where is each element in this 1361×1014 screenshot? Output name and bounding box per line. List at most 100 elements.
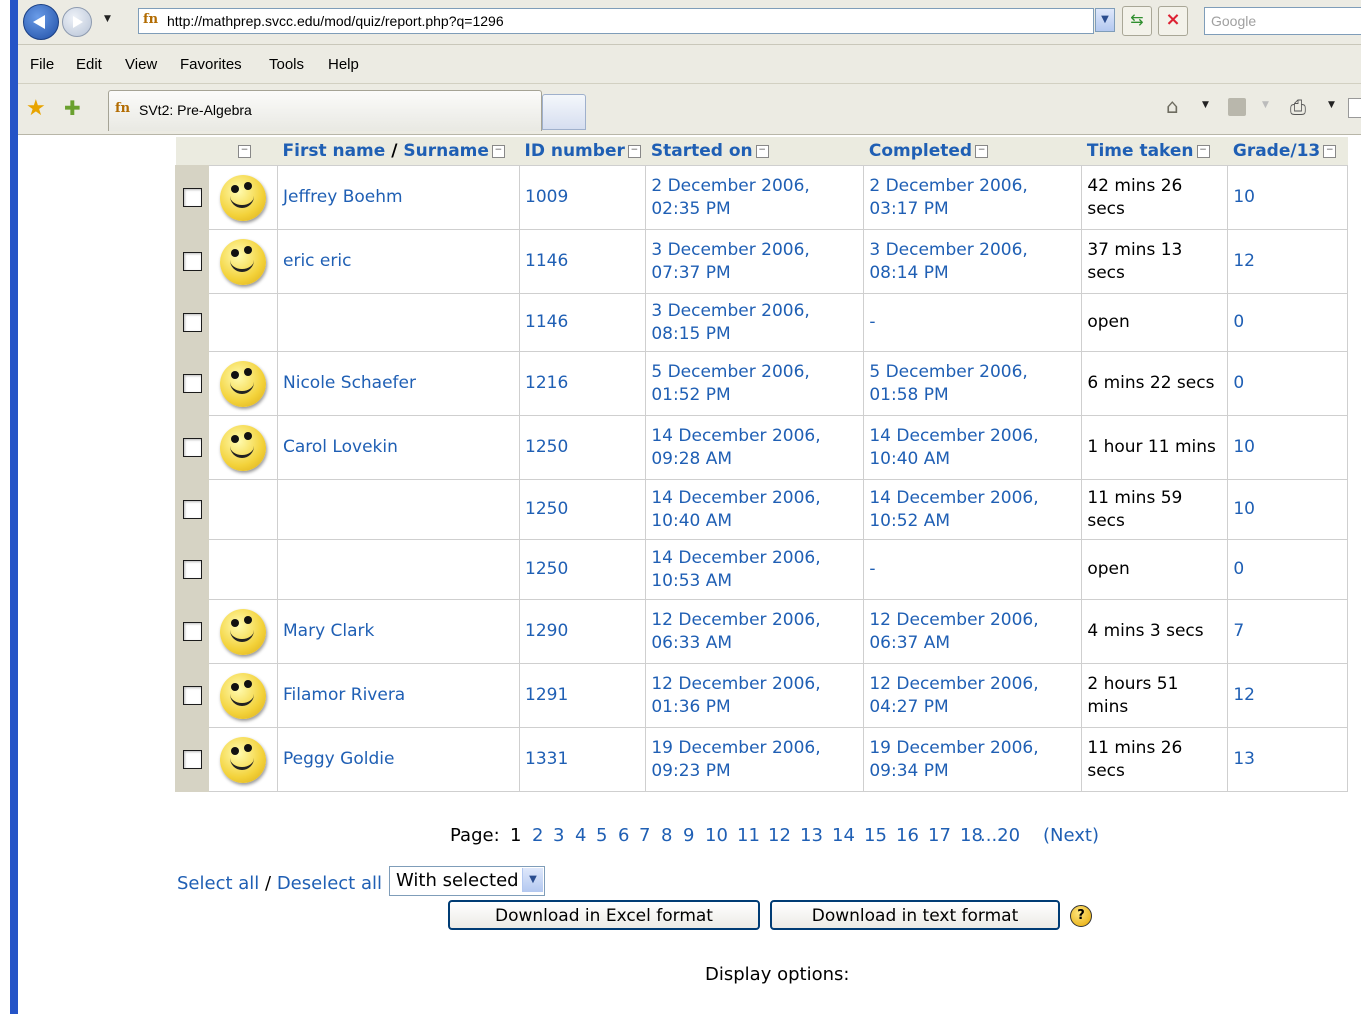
completed-link[interactable]: 3 December 2006, 08:14 PM xyxy=(869,240,1027,283)
row-checkbox[interactable] xyxy=(182,251,202,271)
page-link[interactable]: 16 xyxy=(896,825,919,846)
collapse-icon[interactable]: − xyxy=(1323,144,1337,158)
row-checkbox[interactable] xyxy=(182,749,202,769)
grade-link[interactable]: 13 xyxy=(1233,749,1255,769)
grade-link[interactable]: 12 xyxy=(1233,251,1255,271)
menu-favorites[interactable]: Favorites xyxy=(180,56,242,73)
menu-help[interactable]: Help xyxy=(328,56,359,73)
grade-link[interactable]: 10 xyxy=(1233,187,1255,207)
grade-link[interactable]: 0 xyxy=(1233,312,1244,332)
completed-link[interactable]: 14 December 2006, 10:52 AM xyxy=(869,488,1038,531)
row-checkbox[interactable] xyxy=(182,499,202,519)
row-checkbox[interactable] xyxy=(182,373,202,393)
id-number-link[interactable]: 1250 xyxy=(525,559,568,579)
avatar[interactable] xyxy=(220,238,266,285)
completed-link[interactable]: 2 December 2006, 03:17 PM xyxy=(869,176,1027,219)
completed-link[interactable]: 5 December 2006, 01:58 PM xyxy=(869,362,1027,405)
id-number-link[interactable]: 1290 xyxy=(525,621,568,641)
started-on-link[interactable]: 14 December 2006, 09:28 AM xyxy=(651,426,820,469)
sort-grade-link[interactable]: Grade/13 xyxy=(1233,141,1320,161)
page-link[interactable]: 5 xyxy=(596,825,607,846)
started-on-link[interactable]: 12 December 2006, 06:33 AM xyxy=(651,610,820,653)
help-icon[interactable]: ? xyxy=(1070,905,1092,927)
user-name-link[interactable]: eric eric xyxy=(283,251,351,271)
tab-active[interactable]: fn SVt2: Pre-Algebra xyxy=(108,90,542,131)
started-on-link[interactable]: 2 December 2006, 02:35 PM xyxy=(651,176,809,219)
completed-link[interactable]: - xyxy=(869,312,875,332)
deselect-all-link[interactable]: Deselect all xyxy=(277,873,382,894)
started-on-link[interactable]: 3 December 2006, 07:37 PM xyxy=(651,240,809,283)
avatar[interactable] xyxy=(220,608,266,655)
avatar[interactable] xyxy=(220,174,266,221)
page-link[interactable]: 4 xyxy=(575,825,586,846)
page-link[interactable]: 9 xyxy=(683,825,694,846)
menu-tools[interactable]: Tools xyxy=(269,56,304,73)
sort-completed-link[interactable]: Completed xyxy=(869,141,972,161)
page-link[interactable]: ...20 xyxy=(980,825,1020,846)
menu-view[interactable]: View xyxy=(125,56,157,73)
grade-link[interactable]: 12 xyxy=(1233,685,1255,705)
completed-link[interactable]: 19 December 2006, 09:34 PM xyxy=(869,738,1038,781)
id-number-link[interactable]: 1291 xyxy=(525,685,568,705)
completed-link[interactable]: 12 December 2006, 06:37 AM xyxy=(869,610,1038,653)
avatar[interactable] xyxy=(220,672,266,719)
sort-id-link[interactable]: ID number xyxy=(525,141,625,161)
add-favorites-icon[interactable]: ✚ xyxy=(64,96,81,120)
avatar[interactable] xyxy=(220,360,266,407)
id-number-link[interactable]: 1146 xyxy=(525,312,568,332)
page-link[interactable]: 3 xyxy=(553,825,564,846)
id-number-link[interactable]: 1216 xyxy=(525,373,568,393)
feeds-icon[interactable] xyxy=(1228,98,1246,116)
refresh-icon[interactable]: ⇆ xyxy=(1122,6,1152,36)
started-on-link[interactable]: 19 December 2006, 09:23 PM xyxy=(651,738,820,781)
home-icon[interactable]: ⌂ xyxy=(1166,94,1179,118)
id-number-link[interactable]: 1331 xyxy=(525,749,568,769)
user-name-link[interactable]: Mary Clark xyxy=(283,621,374,641)
completed-link[interactable]: 12 December 2006, 04:27 PM xyxy=(869,674,1038,717)
collapse-icon[interactable]: − xyxy=(755,144,769,158)
id-number-link[interactable]: 1250 xyxy=(525,499,568,519)
chevron-down-icon[interactable]: ▼ xyxy=(522,868,543,892)
download-excel-button[interactable]: Download in Excel format xyxy=(448,900,760,930)
row-checkbox[interactable] xyxy=(182,187,202,207)
page-link[interactable]: 10 xyxy=(705,825,728,846)
started-on-link[interactable]: 5 December 2006, 01:52 PM xyxy=(651,362,809,405)
feeds-dropdown-icon[interactable]: ▼ xyxy=(1262,100,1269,110)
user-name-link[interactable]: Carol Lovekin xyxy=(283,437,398,457)
started-on-link[interactable]: 14 December 2006, 10:40 AM xyxy=(651,488,820,531)
page-link[interactable]: 8 xyxy=(661,825,672,846)
id-number-link[interactable]: 1009 xyxy=(525,187,568,207)
sort-started-link[interactable]: Started on xyxy=(651,141,753,161)
row-checkbox[interactable] xyxy=(182,312,202,332)
sort-first-name-link[interactable]: First name xyxy=(283,141,386,161)
collapse-icon[interactable]: − xyxy=(491,144,505,158)
search-input[interactable]: Google xyxy=(1204,7,1361,35)
download-text-button[interactable]: Download in text format xyxy=(770,900,1060,930)
row-checkbox[interactable] xyxy=(182,437,202,457)
collapse-icon[interactable]: − xyxy=(975,144,989,158)
grade-link[interactable]: 0 xyxy=(1233,373,1244,393)
page-link[interactable]: 17 xyxy=(928,825,951,846)
row-checkbox[interactable] xyxy=(182,559,202,579)
page-link[interactable]: 11 xyxy=(737,825,760,846)
page-link[interactable]: 7 xyxy=(639,825,650,846)
page-link[interactable]: 14 xyxy=(832,825,855,846)
user-name-link[interactable]: Peggy Goldie xyxy=(283,749,394,769)
avatar[interactable] xyxy=(220,736,266,783)
started-on-link[interactable]: 12 December 2006, 01:36 PM xyxy=(651,674,820,717)
page-link[interactable]: 2 xyxy=(532,825,543,846)
page-link[interactable]: 6 xyxy=(618,825,629,846)
back-button[interactable] xyxy=(23,4,59,40)
sort-surname-link[interactable]: Surname xyxy=(403,141,489,161)
id-number-link[interactable]: 1146 xyxy=(525,251,568,271)
grade-link[interactable]: 10 xyxy=(1233,499,1255,519)
page-link[interactable]: 13 xyxy=(800,825,823,846)
completed-link[interactable]: - xyxy=(869,559,875,579)
grade-link[interactable]: 0 xyxy=(1233,559,1244,579)
stop-icon[interactable]: × xyxy=(1158,6,1188,36)
page-link[interactable]: 15 xyxy=(864,825,887,846)
grade-link[interactable]: 7 xyxy=(1233,621,1244,641)
page-link[interactable]: 12 xyxy=(768,825,791,846)
user-name-link[interactable]: Nicole Schaefer xyxy=(283,373,416,393)
home-dropdown-icon[interactable]: ▼ xyxy=(1202,100,1209,110)
